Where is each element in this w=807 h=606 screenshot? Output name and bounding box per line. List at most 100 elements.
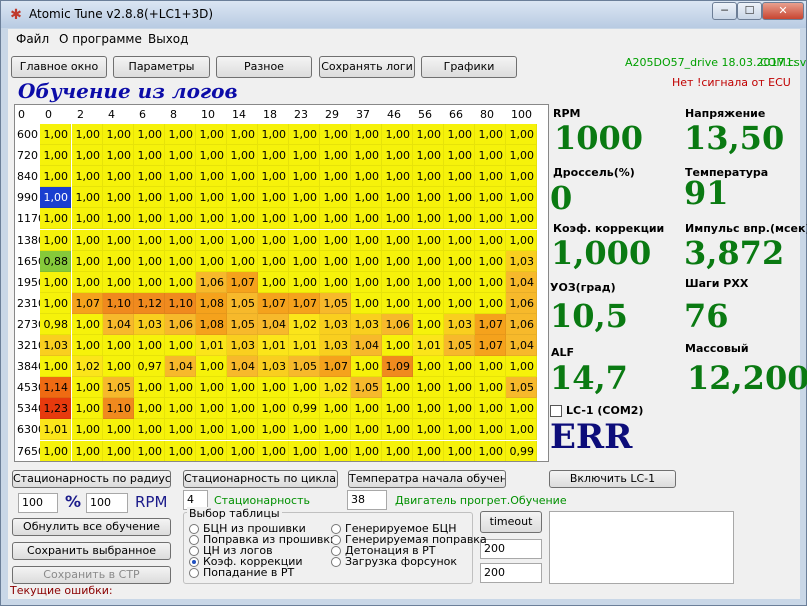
table-cell[interactable]: 1,00 [72,313,103,335]
table-cell[interactable]: 1,00 [165,440,196,461]
table-cell[interactable]: 1,00 [134,250,165,272]
table-cell[interactable]: 1,00 [320,124,351,146]
maximize-button[interactable]: ☐ [737,2,762,20]
table-cell[interactable]: 1,00 [289,208,320,230]
table-radio[interactable] [331,524,341,534]
table-cell[interactable]: 1,01 [40,419,71,441]
table-cell[interactable]: 1,00 [506,145,537,167]
table-cell[interactable]: 1,00 [72,271,103,293]
table-cell[interactable]: 1,03 [258,356,289,378]
table-cell[interactable]: 1,01 [413,335,444,357]
table-cell[interactable]: 1,00 [382,250,413,272]
table-cell[interactable]: 1,00 [196,419,227,441]
table-cell[interactable]: 1,00 [165,145,196,167]
table-cell[interactable]: 1,00 [413,440,444,461]
table-cell[interactable]: 1,00 [320,419,351,441]
table-cell[interactable]: 1,00 [40,356,71,378]
table-cell[interactable]: 1,00 [413,166,444,188]
table-cell[interactable]: 1,00 [196,166,227,188]
table-cell[interactable]: 1,00 [506,166,537,188]
table-cell[interactable]: 1,00 [351,229,382,251]
table-cell[interactable]: 1,00 [40,440,71,461]
table-cell[interactable]: 1,08 [196,292,227,314]
enable-lc1-button[interactable]: Включить LC-1 [549,470,676,488]
table-cell[interactable]: 1,00 [320,250,351,272]
table-cell[interactable]: 1,00 [475,166,506,188]
table-cell[interactable]: 1,00 [258,250,289,272]
rpm-input[interactable]: 100 [86,493,128,513]
table-cell[interactable]: 1,04 [165,356,196,378]
table-cell[interactable]: 1,00 [413,271,444,293]
table-cell[interactable]: 1,01 [289,335,320,357]
correction-table[interactable]: 0 0 2 4 6 8 10 14 18 23 29 37 46 56 66 80 100 600 1,00 1,00… [14,104,549,462]
table-cell[interactable]: 1,00 [289,271,320,293]
table-cell[interactable]: 1,02 [289,313,320,335]
table-cell[interactable]: 1,00 [320,398,351,420]
table-cell[interactable]: 1,00 [103,250,134,272]
table-cell[interactable]: 1,00 [103,229,134,251]
table-cell[interactable]: 1,00 [165,124,196,146]
table-cell[interactable]: 1,00 [196,229,227,251]
table-cell[interactable]: 1,00 [165,419,196,441]
table-cell[interactable]: 1,05 [351,377,382,399]
table-cell[interactable]: 1,00 [506,187,537,209]
table-cell[interactable]: 1,00 [475,208,506,230]
table-cell[interactable]: 1,00 [413,124,444,146]
table-cell[interactable]: 1,04 [227,356,258,378]
table-cell[interactable]: 1,05 [320,292,351,314]
table-cell[interactable]: 1,05 [444,335,475,357]
table-cell[interactable]: 1,00 [289,250,320,272]
table-cell[interactable]: 1,00 [320,145,351,167]
table-cell[interactable]: 1,06 [506,313,537,335]
table-cell[interactable]: 1,23 [40,398,71,420]
table-cell[interactable]: 1,00 [475,145,506,167]
table-cell[interactable]: 1,00 [289,440,320,461]
table-radio[interactable] [189,568,199,578]
table-cell[interactable]: 1,00 [351,440,382,461]
table-cell[interactable]: 1,00 [103,166,134,188]
table-radio[interactable] [189,546,199,556]
table-cell[interactable]: 1,00 [382,229,413,251]
table-cell[interactable]: 1,00 [258,145,289,167]
table-cell[interactable]: 1,00 [40,145,71,167]
table-cell[interactable]: 1,03 [227,335,258,357]
close-button[interactable]: ✕ [762,2,804,20]
table-cell[interactable]: 1,10 [103,398,134,420]
table-cell[interactable]: 1,06 [165,313,196,335]
table-cell[interactable]: 1,00 [196,398,227,420]
table-cell[interactable]: 1,00 [382,187,413,209]
table-cell[interactable]: 1,00 [444,187,475,209]
table-cell[interactable]: 1,00 [227,250,258,272]
table-cell[interactable]: 1,00 [475,398,506,420]
temperature-input[interactable]: 38 [347,490,387,510]
table-cell[interactable]: 1,07 [320,356,351,378]
table-cell[interactable]: 1,05 [227,313,258,335]
table-cell[interactable]: 1,00 [72,166,103,188]
table-cell[interactable]: 1,00 [103,419,134,441]
table-cell[interactable]: 1,01 [258,335,289,357]
table-cell[interactable]: 1,00 [382,292,413,314]
table-cell[interactable]: 1,04 [258,313,289,335]
stationarity-cycles-button[interactable]: Стационарность по циклам [183,470,338,488]
table-cell[interactable]: 1,00 [289,166,320,188]
table-cell[interactable]: 1,00 [475,124,506,146]
table-radio[interactable] [331,546,341,556]
table-cell[interactable]: 1,00 [165,250,196,272]
table-cell[interactable]: 1,09 [382,356,413,378]
table-cell[interactable]: 1,10 [165,292,196,314]
table-cell[interactable]: 1,00 [444,208,475,230]
table-cell[interactable]: 1,00 [72,145,103,167]
table-cell[interactable]: 1,03 [320,313,351,335]
table-cell[interactable]: 1,07 [258,292,289,314]
table-cell[interactable]: 1,00 [382,166,413,188]
save-logs-button[interactable]: Сохранять логи [319,56,415,78]
table-cell[interactable]: 1,00 [475,356,506,378]
table-cell[interactable]: 1,00 [413,419,444,441]
minimize-button[interactable]: ─ [712,2,737,20]
table-cell[interactable]: 1,00 [165,377,196,399]
reset-learning-button[interactable]: Обнулить все обучение [12,518,171,536]
table-cell[interactable]: 1,00 [382,335,413,357]
table-cell[interactable]: 1,00 [134,124,165,146]
table-cell[interactable]: 1,07 [475,313,506,335]
table-cell[interactable]: 1,05 [103,377,134,399]
